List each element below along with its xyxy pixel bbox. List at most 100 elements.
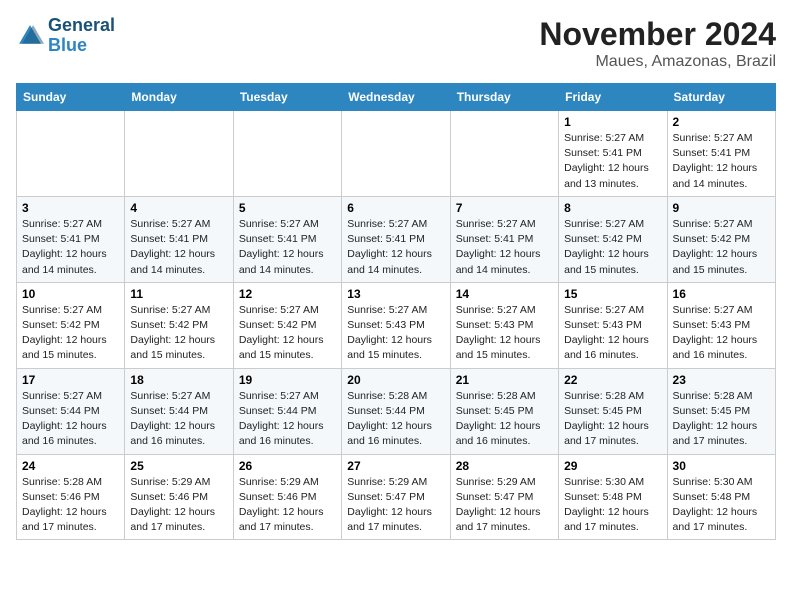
day-number: 5 xyxy=(239,201,336,215)
weekday-header: Monday xyxy=(125,84,233,111)
day-info: Sunrise: 5:28 AM Sunset: 5:45 PM Dayligh… xyxy=(456,389,553,450)
logo: General Blue xyxy=(16,16,115,56)
day-info: Sunrise: 5:30 AM Sunset: 5:48 PM Dayligh… xyxy=(673,475,770,536)
header: General Blue November 2024 Maues, Amazon… xyxy=(16,16,776,71)
calendar-week-row: 10 Sunrise: 5:27 AM Sunset: 5:42 PM Dayli… xyxy=(17,282,776,368)
location: Maues, Amazonas, Brazil xyxy=(539,53,776,71)
day-number: 25 xyxy=(130,459,227,473)
day-number: 13 xyxy=(347,287,444,301)
day-info: Sunrise: 5:27 AM Sunset: 5:41 PM Dayligh… xyxy=(22,217,119,278)
weekday-header: Sunday xyxy=(17,84,125,111)
day-info: Sunrise: 5:27 AM Sunset: 5:41 PM Dayligh… xyxy=(456,217,553,278)
day-number: 7 xyxy=(456,201,553,215)
day-info: Sunrise: 5:27 AM Sunset: 5:44 PM Dayligh… xyxy=(22,389,119,450)
calendar-cell: 14 Sunrise: 5:27 AM Sunset: 5:43 PM Dayli… xyxy=(450,282,558,368)
day-number: 2 xyxy=(673,115,770,129)
day-info: Sunrise: 5:27 AM Sunset: 5:42 PM Dayligh… xyxy=(673,217,770,278)
calendar-cell xyxy=(17,111,125,197)
day-info: Sunrise: 5:30 AM Sunset: 5:48 PM Dayligh… xyxy=(564,475,661,536)
day-info: Sunrise: 5:27 AM Sunset: 5:43 PM Dayligh… xyxy=(673,303,770,364)
day-info: Sunrise: 5:28 AM Sunset: 5:46 PM Dayligh… xyxy=(22,475,119,536)
calendar-cell: 11 Sunrise: 5:27 AM Sunset: 5:42 PM Dayli… xyxy=(125,282,233,368)
weekday-header: Tuesday xyxy=(233,84,341,111)
calendar-cell: 3 Sunrise: 5:27 AM Sunset: 5:41 PM Daylig… xyxy=(17,196,125,282)
day-info: Sunrise: 5:27 AM Sunset: 5:42 PM Dayligh… xyxy=(239,303,336,364)
day-number: 9 xyxy=(673,201,770,215)
day-info: Sunrise: 5:27 AM Sunset: 5:41 PM Dayligh… xyxy=(347,217,444,278)
calendar-cell: 13 Sunrise: 5:27 AM Sunset: 5:43 PM Dayli… xyxy=(342,282,450,368)
day-number: 14 xyxy=(456,287,553,301)
calendar-cell: 16 Sunrise: 5:27 AM Sunset: 5:43 PM Dayli… xyxy=(667,282,775,368)
calendar-cell: 18 Sunrise: 5:27 AM Sunset: 5:44 PM Dayli… xyxy=(125,368,233,454)
day-number: 18 xyxy=(130,373,227,387)
day-number: 8 xyxy=(564,201,661,215)
title-area: November 2024 Maues, Amazonas, Brazil xyxy=(539,16,776,71)
weekday-header: Saturday xyxy=(667,84,775,111)
day-number: 24 xyxy=(22,459,119,473)
month-title: November 2024 xyxy=(539,16,776,53)
day-number: 12 xyxy=(239,287,336,301)
logo-icon xyxy=(16,22,44,50)
day-number: 3 xyxy=(22,201,119,215)
calendar-cell: 26Sunrise: 5:29 AM Sunset: 5:46 PM Dayli… xyxy=(233,454,341,540)
calendar-cell xyxy=(342,111,450,197)
calendar-cell xyxy=(450,111,558,197)
calendar-cell: 7 Sunrise: 5:27 AM Sunset: 5:41 PM Daylig… xyxy=(450,196,558,282)
calendar-cell: 29 Sunrise: 5:30 AM Sunset: 5:48 PM Dayli… xyxy=(559,454,667,540)
calendar-cell xyxy=(125,111,233,197)
weekday-header: Wednesday xyxy=(342,84,450,111)
calendar-cell: 21 Sunrise: 5:28 AM Sunset: 5:45 PM Dayli… xyxy=(450,368,558,454)
day-info: Sunrise: 5:27 AM Sunset: 5:43 PM Dayligh… xyxy=(456,303,553,364)
day-number: 10 xyxy=(22,287,119,301)
day-number: 20 xyxy=(347,373,444,387)
day-info: Sunrise: 5:29 AM Sunset: 5:47 PM Dayligh… xyxy=(456,475,553,536)
day-info: Sunrise: 5:27 AM Sunset: 5:42 PM Dayligh… xyxy=(130,303,227,364)
calendar-cell: 6 Sunrise: 5:27 AM Sunset: 5:41 PM Daylig… xyxy=(342,196,450,282)
day-info: Sunrise: 5:27 AM Sunset: 5:44 PM Dayligh… xyxy=(130,389,227,450)
calendar-cell: 10 Sunrise: 5:27 AM Sunset: 5:42 PM Dayli… xyxy=(17,282,125,368)
logo-line2: Blue xyxy=(48,36,115,56)
day-info: Sunrise: 5:27 AM Sunset: 5:41 PM Dayligh… xyxy=(673,131,770,192)
day-number: 11 xyxy=(130,287,227,301)
calendar-cell: 5 Sunrise: 5:27 AM Sunset: 5:41 PM Daylig… xyxy=(233,196,341,282)
day-number: 22 xyxy=(564,373,661,387)
calendar-cell: 28 Sunrise: 5:29 AM Sunset: 5:47 PM Dayli… xyxy=(450,454,558,540)
day-number: 23 xyxy=(673,373,770,387)
day-number: 27 xyxy=(347,459,444,473)
day-info: Sunrise: 5:27 AM Sunset: 5:41 PM Dayligh… xyxy=(564,131,661,192)
day-number: 1 xyxy=(564,115,661,129)
day-info: Sunrise: 5:27 AM Sunset: 5:43 PM Dayligh… xyxy=(564,303,661,364)
calendar-cell: 1 Sunrise: 5:27 AM Sunset: 5:41 PM Daylig… xyxy=(559,111,667,197)
day-number: 6 xyxy=(347,201,444,215)
day-info: Sunrise: 5:28 AM Sunset: 5:44 PM Dayligh… xyxy=(347,389,444,450)
calendar-cell: 9 Sunrise: 5:27 AM Sunset: 5:42 PM Daylig… xyxy=(667,196,775,282)
day-info: Sunrise: 5:29 AM Sunset: 5:46 PM Dayligh… xyxy=(239,475,336,536)
day-number: 4 xyxy=(130,201,227,215)
logo-text: General Blue xyxy=(48,16,115,56)
calendar-cell: 17 Sunrise: 5:27 AM Sunset: 5:44 PM Dayli… xyxy=(17,368,125,454)
logo-line1: General xyxy=(48,16,115,36)
day-number: 30 xyxy=(673,459,770,473)
weekday-header-row: SundayMondayTuesdayWednesdayThursdayFrid… xyxy=(17,84,776,111)
calendar-cell: 19Sunrise: 5:27 AM Sunset: 5:44 PM Dayli… xyxy=(233,368,341,454)
day-info: Sunrise: 5:29 AM Sunset: 5:47 PM Dayligh… xyxy=(347,475,444,536)
day-number: 21 xyxy=(456,373,553,387)
day-info: Sunrise: 5:27 AM Sunset: 5:43 PM Dayligh… xyxy=(347,303,444,364)
calendar-cell: 2 Sunrise: 5:27 AM Sunset: 5:41 PM Daylig… xyxy=(667,111,775,197)
calendar-cell: 4Sunrise: 5:27 AM Sunset: 5:41 PM Daylig… xyxy=(125,196,233,282)
weekday-header: Friday xyxy=(559,84,667,111)
day-number: 16 xyxy=(673,287,770,301)
calendar-week-row: 3 Sunrise: 5:27 AM Sunset: 5:41 PM Daylig… xyxy=(17,196,776,282)
calendar-cell: 30 Sunrise: 5:30 AM Sunset: 5:48 PM Dayli… xyxy=(667,454,775,540)
calendar-cell: 22 Sunrise: 5:28 AM Sunset: 5:45 PM Dayli… xyxy=(559,368,667,454)
day-info: Sunrise: 5:28 AM Sunset: 5:45 PM Dayligh… xyxy=(564,389,661,450)
day-number: 29 xyxy=(564,459,661,473)
calendar-cell: 15Sunrise: 5:27 AM Sunset: 5:43 PM Dayli… xyxy=(559,282,667,368)
calendar-cell: 27 Sunrise: 5:29 AM Sunset: 5:47 PM Dayli… xyxy=(342,454,450,540)
day-info: Sunrise: 5:27 AM Sunset: 5:41 PM Dayligh… xyxy=(239,217,336,278)
day-number: 28 xyxy=(456,459,553,473)
day-info: Sunrise: 5:27 AM Sunset: 5:42 PM Dayligh… xyxy=(564,217,661,278)
calendar-cell xyxy=(233,111,341,197)
day-number: 17 xyxy=(22,373,119,387)
day-info: Sunrise: 5:27 AM Sunset: 5:42 PM Dayligh… xyxy=(22,303,119,364)
